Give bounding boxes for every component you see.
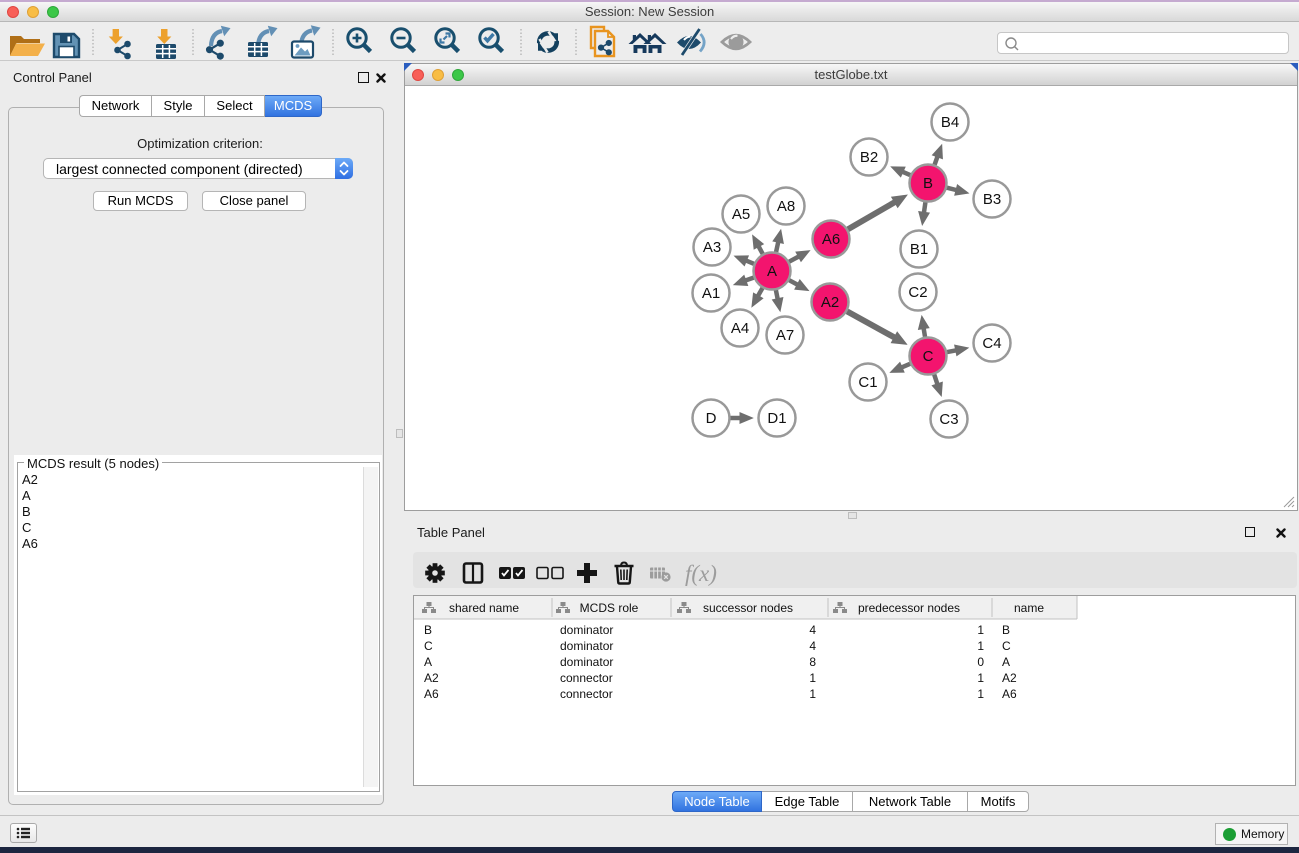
svg-text:predecessor nodes: predecessor nodes bbox=[858, 601, 960, 615]
svg-text:D1: D1 bbox=[767, 410, 786, 427]
svg-text:A5: A5 bbox=[732, 206, 750, 223]
svg-text:C2: C2 bbox=[908, 284, 927, 301]
svg-text:C4: C4 bbox=[982, 335, 1001, 352]
svg-text:successor nodes: successor nodes bbox=[703, 601, 793, 615]
svg-text:MCDS role: MCDS role bbox=[580, 601, 639, 615]
svg-text:A: A bbox=[767, 263, 777, 280]
svg-text:B2: B2 bbox=[860, 149, 878, 166]
svg-text:C1: C1 bbox=[858, 374, 877, 391]
svg-text:A8: A8 bbox=[777, 198, 795, 215]
svg-text:name: name bbox=[1014, 601, 1044, 615]
svg-text:A1: A1 bbox=[702, 285, 720, 302]
svg-text:A4: A4 bbox=[731, 320, 749, 337]
svg-text:A3: A3 bbox=[703, 239, 721, 256]
svg-text:A2: A2 bbox=[821, 294, 839, 311]
svg-text:B4: B4 bbox=[941, 114, 959, 131]
svg-text:B: B bbox=[923, 175, 933, 192]
svg-text:D: D bbox=[706, 410, 717, 427]
svg-text:A7: A7 bbox=[776, 327, 794, 344]
svg-text:f(x): f(x) bbox=[685, 561, 717, 586]
svg-text:A6: A6 bbox=[822, 231, 840, 248]
svg-text:shared name: shared name bbox=[449, 601, 519, 615]
svg-text:B3: B3 bbox=[983, 191, 1001, 208]
svg-text:C: C bbox=[923, 348, 934, 365]
svg-text:C3: C3 bbox=[939, 411, 958, 428]
svg-text:B1: B1 bbox=[910, 241, 928, 258]
